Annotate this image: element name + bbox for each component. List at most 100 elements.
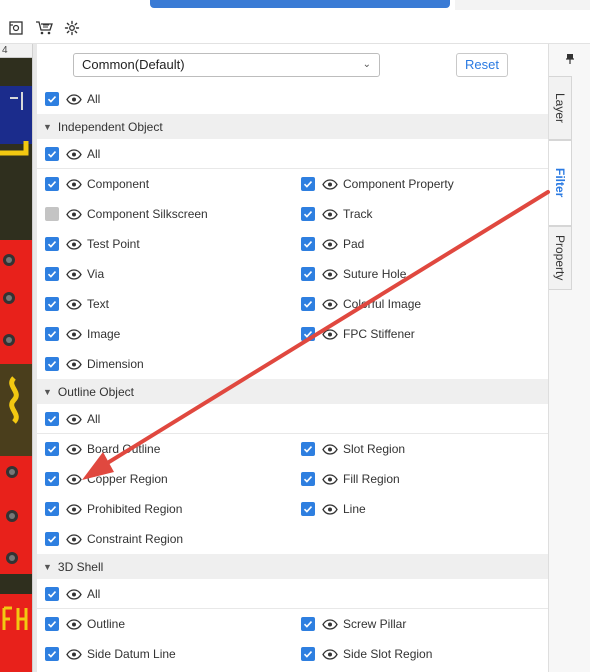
section-all-filter-item[interactable]: All <box>45 404 100 434</box>
component-silkscreen-checkbox[interactable] <box>45 207 59 221</box>
pcb-canvas[interactable]: 4 <box>0 44 32 672</box>
collapse-triangle-icon[interactable]: ▼ <box>43 387 52 397</box>
fill-region-filter-item[interactable]: Fill Region <box>301 464 400 494</box>
eye-icon[interactable] <box>65 413 83 425</box>
text-checkbox[interactable] <box>45 297 59 311</box>
eye-icon[interactable] <box>65 443 83 455</box>
dimension-checkbox[interactable] <box>45 357 59 371</box>
eye-icon[interactable] <box>65 268 83 280</box>
copper-region-checkbox[interactable] <box>45 472 59 486</box>
eye-icon[interactable] <box>321 473 339 485</box>
screw-pillar-filter-item[interactable]: Screw Pillar <box>301 609 406 639</box>
all-checkbox[interactable] <box>45 92 59 106</box>
constraint-region-filter-item[interactable]: Constraint Region <box>45 524 183 554</box>
section-header-independent-object[interactable]: ▼ Independent Object <box>37 114 548 139</box>
tab-filter[interactable]: Filter <box>549 140 572 226</box>
outline-filter-item[interactable]: Outline <box>45 609 125 639</box>
component-filter-item[interactable]: Component <box>45 169 149 199</box>
image-checkbox[interactable] <box>45 327 59 341</box>
test-point-checkbox[interactable] <box>45 237 59 251</box>
component-property-checkbox[interactable] <box>301 177 315 191</box>
collapse-triangle-icon[interactable]: ▼ <box>43 562 52 572</box>
gear-icon[interactable] <box>62 18 82 38</box>
line-filter-item[interactable]: Line <box>301 494 366 524</box>
eye-icon[interactable] <box>321 618 339 630</box>
prohibited-region-filter-item[interactable]: Prohibited Region <box>45 494 182 524</box>
colorful-image-checkbox[interactable] <box>301 297 315 311</box>
fpc-stiffener-filter-item[interactable]: FPC Stiffener <box>301 319 415 349</box>
eye-icon[interactable] <box>65 588 83 600</box>
section-all-checkbox[interactable] <box>45 147 59 161</box>
constraint-region-checkbox[interactable] <box>45 532 59 546</box>
component-checkbox[interactable] <box>45 177 59 191</box>
tab-layer[interactable]: Layer <box>549 76 572 140</box>
eye-icon[interactable] <box>65 503 83 515</box>
via-checkbox[interactable] <box>45 267 59 281</box>
eye-icon[interactable] <box>321 208 339 220</box>
colorful-image-filter-item[interactable]: Colorful Image <box>301 289 421 319</box>
board-outline-filter-item[interactable]: Board Outline <box>45 434 160 464</box>
track-checkbox[interactable] <box>301 207 315 221</box>
eye-icon[interactable] <box>65 298 83 310</box>
all-filter-item[interactable]: All <box>45 84 100 114</box>
eye-icon[interactable] <box>65 618 83 630</box>
test-point-filter-item[interactable]: Test Point <box>45 229 140 259</box>
eye-icon[interactable] <box>65 178 83 190</box>
pad-checkbox[interactable] <box>301 237 315 251</box>
track-filter-item[interactable]: Track <box>301 199 373 229</box>
tab-property[interactable]: Property <box>549 226 572 290</box>
component-property-filter-item[interactable]: Component Property <box>301 169 454 199</box>
suture-hole-filter-item[interactable]: Suture Hole <box>301 259 406 289</box>
eye-icon[interactable] <box>65 238 83 250</box>
slot-region-filter-item[interactable]: Slot Region <box>301 434 405 464</box>
eye-icon[interactable] <box>65 648 83 660</box>
text-filter-item[interactable]: Text <box>45 289 109 319</box>
outline-checkbox[interactable] <box>45 617 59 631</box>
eye-icon[interactable] <box>65 533 83 545</box>
image-filter-item[interactable]: Image <box>45 319 120 349</box>
section-all-checkbox[interactable] <box>45 587 59 601</box>
pin-icon[interactable] <box>563 52 577 66</box>
fpc-stiffener-checkbox[interactable] <box>301 327 315 341</box>
eye-icon[interactable] <box>321 443 339 455</box>
screw-pillar-checkbox[interactable] <box>301 617 315 631</box>
eye-icon[interactable] <box>321 268 339 280</box>
copper-region-filter-item[interactable]: Copper Region <box>45 464 168 494</box>
section-header-outline-object[interactable]: ▼ Outline Object <box>37 379 548 404</box>
via-filter-item[interactable]: Via <box>45 259 104 289</box>
eye-icon[interactable] <box>321 328 339 340</box>
reset-button[interactable]: Reset <box>456 53 508 77</box>
fill-region-checkbox[interactable] <box>301 472 315 486</box>
line-checkbox[interactable] <box>301 502 315 516</box>
pad-filter-item[interactable]: Pad <box>301 229 364 259</box>
eye-icon[interactable] <box>65 208 83 220</box>
section-header-3d-shell[interactable]: ▼ 3D Shell <box>37 554 548 579</box>
prohibited-region-checkbox[interactable] <box>45 502 59 516</box>
eye-icon[interactable] <box>321 238 339 250</box>
eye-icon[interactable] <box>65 473 83 485</box>
suture-hole-checkbox[interactable] <box>301 267 315 281</box>
side-slot-region-filter-item[interactable]: Side Slot Region <box>301 639 432 669</box>
eye-icon[interactable] <box>65 358 83 370</box>
eye-icon[interactable] <box>321 178 339 190</box>
section-all-filter-item[interactable]: All <box>45 579 100 609</box>
component-silkscreen-filter-item[interactable]: Component Silkscreen <box>45 199 208 229</box>
eye-icon[interactable] <box>321 298 339 310</box>
section-all-filter-item[interactable]: All <box>45 139 100 169</box>
eye-icon[interactable] <box>321 648 339 660</box>
eye-icon[interactable] <box>65 93 83 105</box>
side-datum-line-checkbox[interactable] <box>45 647 59 661</box>
eye-icon[interactable] <box>321 503 339 515</box>
eye-icon[interactable] <box>65 328 83 340</box>
board-outline-checkbox[interactable] <box>45 442 59 456</box>
dimension-filter-item[interactable]: Dimension <box>45 349 144 379</box>
side-datum-line-filter-item[interactable]: Side Datum Line <box>45 639 176 669</box>
bom-icon[interactable] <box>34 18 54 38</box>
section-all-checkbox[interactable] <box>45 412 59 426</box>
collapse-triangle-icon[interactable]: ▼ <box>43 122 52 132</box>
eye-icon[interactable] <box>65 148 83 160</box>
sheet-icon[interactable] <box>6 18 26 38</box>
side-slot-region-checkbox[interactable] <box>301 647 315 661</box>
filter-preset-select[interactable]: Common(Default) ⌄ <box>73 53 380 77</box>
slot-region-checkbox[interactable] <box>301 442 315 456</box>
